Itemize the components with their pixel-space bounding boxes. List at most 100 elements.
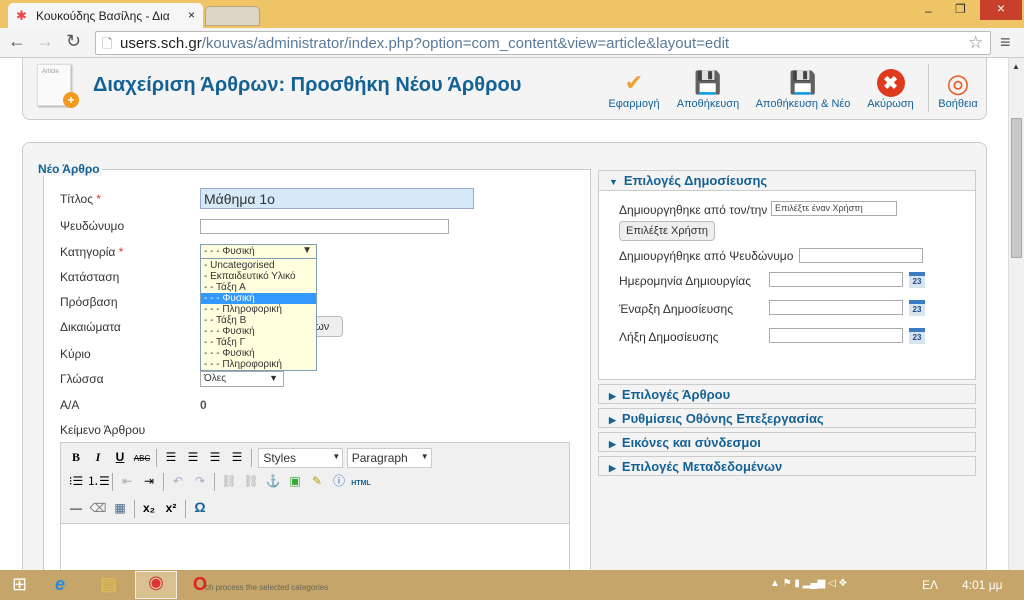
joomla-icon: ✱ (16, 8, 27, 23)
superscript-button[interactable]: x² (160, 498, 182, 518)
created-date-input[interactable] (769, 272, 903, 287)
cleanup-button[interactable]: ✎ (306, 471, 328, 491)
align-right-button[interactable]: ☰ (204, 447, 226, 467)
category-option[interactable]: - - Τάξη Β (201, 315, 316, 326)
browser-toolbar: ← → ↻ 🗋 users.sch.gr/kouvas/administrato… (0, 28, 1024, 58)
close-tab-icon[interactable]: × (188, 8, 195, 22)
category-option[interactable]: - - - Φυσική (201, 326, 316, 337)
page-content: Article + Διαχείριση Άρθρων: Προσθήκη Νέ… (0, 58, 1008, 570)
language-select[interactable]: Όλες ▼ (200, 371, 284, 387)
styles-select[interactable]: Styles ▼ (258, 447, 344, 468)
close-window-icon[interactable]: × (980, 0, 1022, 20)
metadata-panel[interactable]: ▶ Επιλογές Μεταδεδομένων (598, 456, 976, 476)
bold-button[interactable]: B (65, 447, 87, 467)
indent-button[interactable]: ⇥ (138, 471, 160, 491)
title-input[interactable]: Μάθημα 1ο (200, 188, 474, 209)
category-option[interactable]: - - - Πληροφορική (201, 304, 316, 315)
editor-config-panel[interactable]: ▶ Ρυθμίσεις Οθόνης Επεξεργασίας (598, 408, 976, 428)
horizontal-rule-button[interactable]: — (65, 498, 87, 518)
numbered-list-button[interactable]: ⒈☰ (87, 471, 110, 491)
ie-icon[interactable]: e (55, 574, 65, 595)
bullet-list-button[interactable]: ⁝☰ (65, 471, 87, 491)
alias-input[interactable] (200, 219, 449, 234)
restore-icon[interactable]: ❐ (955, 2, 966, 16)
category-option[interactable]: - Εκπαιδευτικό Υλικό (201, 271, 316, 282)
back-icon[interactable]: ← (8, 31, 26, 52)
category-option[interactable]: - - Τάξη Γ (201, 337, 316, 348)
publishing-panel-header[interactable]: ▼ Επιλογές Δημοσίευσης (599, 171, 975, 191)
created-by-alias-input[interactable] (799, 248, 923, 263)
check-icon: ✔ (624, 70, 644, 95)
category-select[interactable]: - - - Φυσική ▼ (200, 244, 317, 259)
underline-button[interactable]: U (109, 447, 131, 467)
taskbar-notification: ch process the selected categories (205, 583, 329, 592)
unlink-button[interactable]: ⛓ (240, 471, 262, 491)
save-button[interactable]: 💾 Αποθήκευση (673, 68, 743, 110)
address-bar[interactable]: 🗋 users.sch.gr/kouvas/administrator/inde… (95, 31, 991, 55)
subscript-button[interactable]: x₂ (138, 498, 160, 518)
align-center-button[interactable]: ☰ (182, 447, 204, 467)
access-label: Πρόσβαση (60, 295, 118, 309)
link-button[interactable]: ⛓ (218, 471, 240, 491)
calendar-icon[interactable]: 23 (909, 300, 925, 316)
browser-tab[interactable]: ✱ Κουκούδης Βασίλης - Δια × (8, 3, 203, 28)
calendar-icon[interactable]: 23 (909, 272, 925, 288)
vertical-scrollbar[interactable]: ▲ (1008, 58, 1024, 570)
id-label: Α/Α (60, 398, 80, 412)
eraser-button[interactable]: ⌫ (87, 498, 109, 518)
select-user-button[interactable]: Επιλέξτε Χρήστη (619, 221, 715, 241)
chrome-taskbar-button[interactable]: ◉ (135, 571, 177, 599)
html-button[interactable]: HTML (350, 474, 372, 494)
publish-up-input[interactable] (769, 300, 903, 315)
category-option[interactable]: - - - Πληροφορική (201, 359, 316, 370)
redo-button[interactable]: ↷ (189, 471, 211, 491)
scroll-up-icon[interactable]: ▲ (1012, 62, 1020, 71)
undo-button[interactable]: ↶ (167, 471, 189, 491)
featured-label: Κύριο (60, 347, 91, 361)
permissions-label: Δικαιώματα (60, 320, 121, 334)
justify-button[interactable]: ☰ (226, 447, 248, 467)
italic-button[interactable]: I (87, 447, 109, 467)
paragraph-select[interactable]: Paragraph ▼ (346, 447, 432, 468)
outdent-button[interactable]: ⇤ (116, 471, 138, 491)
editor-content-area[interactable] (61, 523, 569, 570)
anchor-button[interactable]: ⚓ (262, 471, 284, 491)
caret-down-icon: ▼ (609, 177, 618, 187)
table-button[interactable]: ▦ (109, 498, 131, 518)
reload-icon[interactable]: ↻ (66, 31, 81, 52)
article-options-panel[interactable]: ▶ Επιλογές Άρθρου (598, 384, 976, 404)
help-button[interactable]: ◎ Βοήθεια (933, 68, 983, 111)
fieldset-legend: Νέο Άρθρο (36, 162, 102, 176)
image-button[interactable]: ▣ (284, 471, 306, 491)
scrollbar-thumb[interactable] (1011, 118, 1022, 258)
language-indicator[interactable]: ΕΛ (922, 578, 938, 592)
new-tab-button[interactable] (205, 6, 260, 26)
calendar-icon[interactable]: 23 (909, 328, 925, 344)
apply-button[interactable]: ✔ Εφαρμογή (606, 68, 662, 110)
category-option[interactable]: - Uncategorised (201, 260, 316, 271)
start-icon[interactable]: ⊞ (12, 574, 27, 595)
save-new-button[interactable]: 💾 Αποθήκευση & Νέο (753, 68, 853, 110)
publish-down-input[interactable] (769, 328, 903, 343)
created-by-input[interactable]: Επιλέξτε έναν Χρήστη (771, 201, 897, 216)
align-left-button[interactable]: ☰ (160, 447, 182, 467)
strikethrough-button[interactable]: ABC (131, 449, 153, 469)
caret-right-icon: ▶ (609, 439, 616, 449)
images-links-panel[interactable]: ▶ Εικόνες και σύνδεσμοι (598, 432, 976, 452)
cancel-button[interactable]: ✖ Ακύρωση (863, 68, 918, 110)
show-hidden-icons[interactable]: ▲ ⚑ ▮ ▂▄▆ ◁ ❖ (770, 578, 847, 589)
category-option[interactable]: - - - Φυσική (201, 348, 316, 359)
menu-icon[interactable]: ≡ (1000, 32, 1011, 53)
star-icon[interactable]: ☆ (968, 33, 983, 53)
special-char-button[interactable]: Ω (189, 497, 211, 517)
category-option[interactable]: - - Τάξη Α (201, 282, 316, 293)
help-icon[interactable]: ⓘ (328, 471, 350, 491)
clock[interactable]: 4:01 μμ (962, 578, 1003, 592)
caret-right-icon: ▶ (609, 463, 616, 473)
explorer-icon[interactable]: ▤ (100, 574, 117, 595)
minimize-icon[interactable]: – (925, 4, 932, 18)
forward-icon[interactable]: → (36, 31, 54, 52)
category-dropdown-list[interactable]: - Uncategorised - Εκπαιδευτικό Υλικό - - Τ… (200, 258, 317, 371)
page-title: Διαχείριση Άρθρων: Προσθήκη Νέου Άρθρου (93, 74, 522, 96)
category-option[interactable]: - - - Φυσική (201, 293, 316, 304)
